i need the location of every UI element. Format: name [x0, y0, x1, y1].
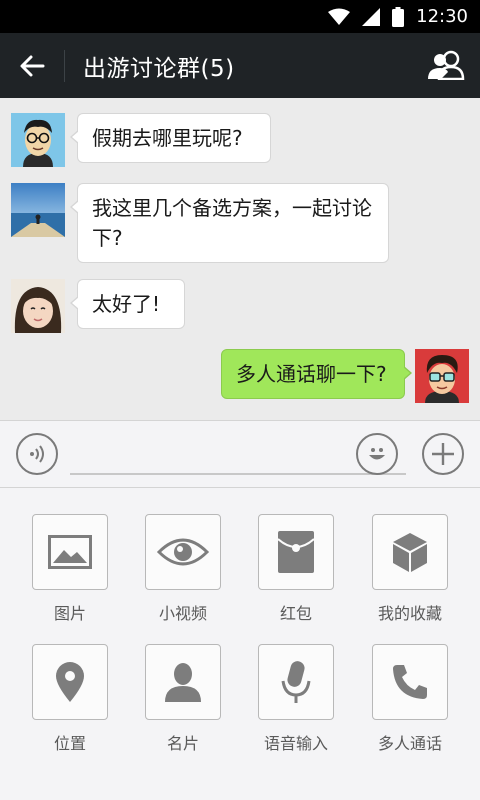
plus-icon: [432, 443, 454, 465]
tool-label: 名片: [166, 734, 199, 753]
more-tools-panel: 图片 小视频 红包 我的收藏 位置 名片 语音输入 多人通话: [0, 488, 480, 800]
group-icon: [428, 50, 465, 80]
battery-icon: [392, 6, 405, 27]
avatar-glasses-man-image: [11, 113, 65, 167]
tool-label: 我的收藏: [377, 604, 442, 623]
avatar-girl[interactable]: [11, 279, 65, 333]
avatar-glasses-man[interactable]: [11, 113, 65, 167]
tool-red-envelope[interactable]: 红包: [246, 514, 346, 624]
tool-contact-card[interactable]: 名片: [133, 644, 233, 754]
tool-label: 小视频: [158, 604, 207, 623]
message-text: 我这里几个备选方案，一起讨论下?: [92, 196, 372, 250]
message-bubble[interactable]: 假期去哪里玩呢?: [70, 113, 271, 163]
tool-contact-card-box[interactable]: [145, 644, 221, 720]
cube-icon: [393, 533, 427, 572]
message-bubble[interactable]: 太好了!: [70, 279, 185, 329]
message-list[interactable]: 假期去哪里玩呢? 我这里几个备选方案，一起讨论下? 太好了! 多人通话聊一下?: [0, 98, 480, 420]
tool-short-video-box[interactable]: [145, 514, 221, 590]
status-bar: 12:30: [0, 0, 480, 33]
more-options-button[interactable]: [422, 433, 464, 475]
person-icon: [165, 663, 201, 702]
smiley-icon: [369, 448, 385, 460]
location-pin-icon: [56, 662, 84, 702]
tool-voice-input-box[interactable]: [258, 644, 334, 720]
group-members-button[interactable]: [426, 45, 466, 85]
tool-label: 语音输入: [263, 734, 328, 753]
header-divider: [64, 49, 65, 82]
signal-icon: [362, 7, 381, 26]
back-arrow-icon: [20, 55, 45, 76]
tool-photos[interactable]: 图片: [20, 514, 120, 624]
avatar-seaside-image: [11, 183, 65, 237]
red-envelope-icon: [278, 531, 314, 573]
microphone-icon: [281, 661, 311, 703]
chat-title: 出游讨论群(5): [83, 55, 235, 82]
input-bar: [0, 420, 480, 488]
message-text: 太好了!: [92, 292, 161, 316]
avatar-seaside[interactable]: [11, 183, 65, 237]
tool-short-video[interactable]: 小视频: [133, 514, 233, 624]
voice-icon: [30, 445, 44, 463]
wifi-icon: [328, 8, 351, 25]
tool-red-envelope-box[interactable]: [258, 514, 334, 590]
chat-header: 出游讨论群(5): [0, 33, 480, 98]
status-time: 12:30: [416, 6, 468, 27]
back-button[interactable]: [0, 33, 64, 98]
avatar-my-profile[interactable]: [415, 349, 469, 403]
message-bubble[interactable]: 我这里几个备选方案，一起讨论下?: [70, 183, 389, 263]
tool-group-call[interactable]: 多人通话: [360, 644, 460, 754]
image-icon: [48, 535, 92, 569]
tool-location-box[interactable]: [32, 644, 108, 720]
message-text: 假期去哪里玩呢?: [92, 126, 243, 150]
eye-icon: [157, 538, 209, 566]
tool-group-call-box[interactable]: [372, 644, 448, 720]
tool-label: 图片: [53, 604, 86, 623]
voice-mode-button[interactable]: [16, 433, 58, 475]
tool-photos-box[interactable]: [32, 514, 108, 590]
emoji-button[interactable]: [356, 433, 398, 475]
tool-favorites-box[interactable]: [372, 514, 448, 590]
tool-favorites[interactable]: 我的收藏: [360, 514, 460, 624]
tool-label: 红包: [279, 604, 312, 623]
message-text: 多人通话聊一下?: [236, 362, 387, 386]
phone-icon: [393, 665, 427, 699]
my-message-bubble[interactable]: 多人通话聊一下?: [221, 349, 412, 399]
avatar-my-profile-image: [415, 349, 469, 403]
input-underline: [70, 473, 406, 475]
avatar-girl-image: [11, 279, 65, 333]
tool-location[interactable]: 位置: [20, 644, 120, 754]
tool-voice-input[interactable]: 语音输入: [246, 644, 346, 754]
tool-label: 位置: [53, 734, 86, 753]
tool-label: 多人通话: [377, 734, 442, 753]
